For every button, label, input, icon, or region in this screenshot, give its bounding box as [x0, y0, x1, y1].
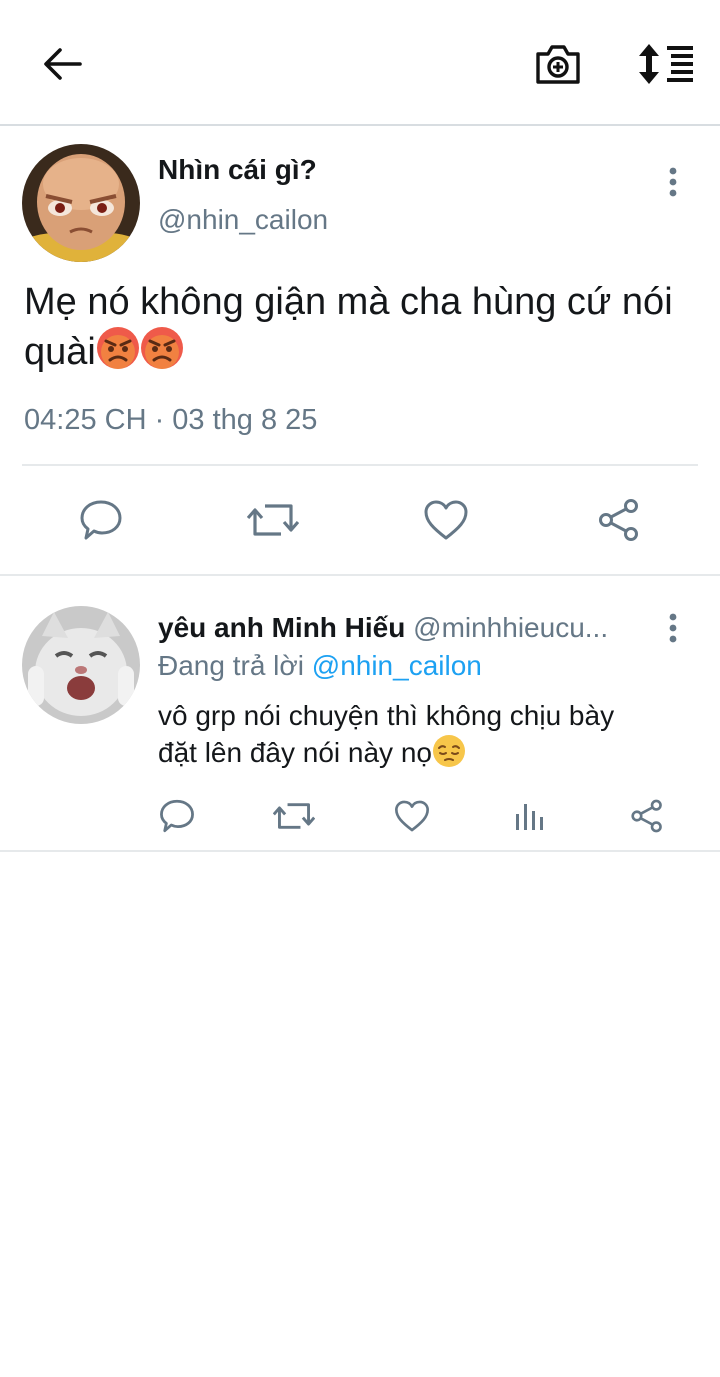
reply-tweet[interactable]: yêu anh Minh Hiếu @minhhieucu... Đang tr…	[0, 576, 720, 852]
replying-to: Đang trả lời @nhin_cailon	[158, 650, 482, 682]
display-name[interactable]: Nhìn cái gì?	[158, 154, 317, 186]
mention-link[interactable]: @nhin_cailon	[312, 650, 482, 681]
angry-face-icon	[140, 327, 183, 369]
analytics-icon	[516, 804, 543, 830]
reply-text-line: đặt lên đây nói này nọ	[158, 737, 432, 768]
avatar-image-icon	[22, 606, 140, 724]
share-icon	[599, 499, 638, 541]
divider	[22, 464, 698, 466]
reply-icon	[80, 500, 122, 540]
share-button[interactable]	[591, 494, 647, 546]
tweet-timestamp[interactable]: 04:25 CH · 03 thg 8 25	[24, 404, 317, 437]
share-icon	[631, 799, 662, 833]
like-button[interactable]	[418, 494, 474, 546]
share-button[interactable]	[625, 794, 669, 838]
reply-button[interactable]	[155, 794, 199, 838]
heart-icon	[424, 500, 468, 540]
display-name[interactable]: yêu anh Minh Hiếu	[158, 612, 405, 643]
pensive-face-icon	[432, 735, 465, 767]
more-options-button[interactable]	[658, 608, 688, 648]
reply-text-line: vô grp nói chuyện thì không chịu bày	[158, 700, 615, 731]
reply-text-line-2: đặt lên đây nói này nọ	[158, 734, 698, 771]
angry-face-icon	[96, 327, 139, 369]
top-bar	[0, 0, 720, 126]
main-tweet: Nhìn cái gì? @nhin_cailon Mẹ nó không gi…	[0, 126, 720, 576]
retweet-icon	[247, 504, 299, 536]
reply-text: vô grp nói chuyện thì không chịu bày đặt…	[158, 698, 698, 771]
like-button[interactable]	[390, 794, 434, 838]
avatar[interactable]	[22, 144, 140, 262]
tweet-text: Mẹ nó không giận mà cha hùng cứ nói quài	[24, 278, 714, 376]
sort-button[interactable]	[634, 34, 698, 94]
sort-list-icon	[639, 44, 693, 84]
camera-button[interactable]	[528, 34, 588, 94]
retweet-button[interactable]	[245, 494, 301, 546]
arrow-left-icon	[44, 48, 82, 80]
camera-add-icon	[536, 45, 580, 84]
reply-icon	[160, 799, 194, 833]
back-button[interactable]	[30, 36, 94, 92]
analytics-button[interactable]	[507, 794, 551, 838]
reply-button[interactable]	[73, 494, 129, 546]
avatar-image-icon	[22, 144, 140, 262]
more-vertical-icon	[669, 613, 677, 643]
more-options-button[interactable]	[658, 162, 688, 202]
retweet-button[interactable]	[272, 794, 316, 838]
more-vertical-icon	[669, 167, 677, 197]
heart-icon	[395, 800, 429, 832]
retweet-icon	[273, 803, 315, 829]
reply-header: yêu anh Minh Hiếu @minhhieucu...	[158, 612, 648, 644]
replying-prefix: Đang trả lời	[158, 650, 304, 681]
user-handle[interactable]: @minhhieucu...	[413, 612, 608, 643]
avatar[interactable]	[22, 606, 140, 724]
user-handle[interactable]: @nhin_cailon	[158, 204, 328, 236]
